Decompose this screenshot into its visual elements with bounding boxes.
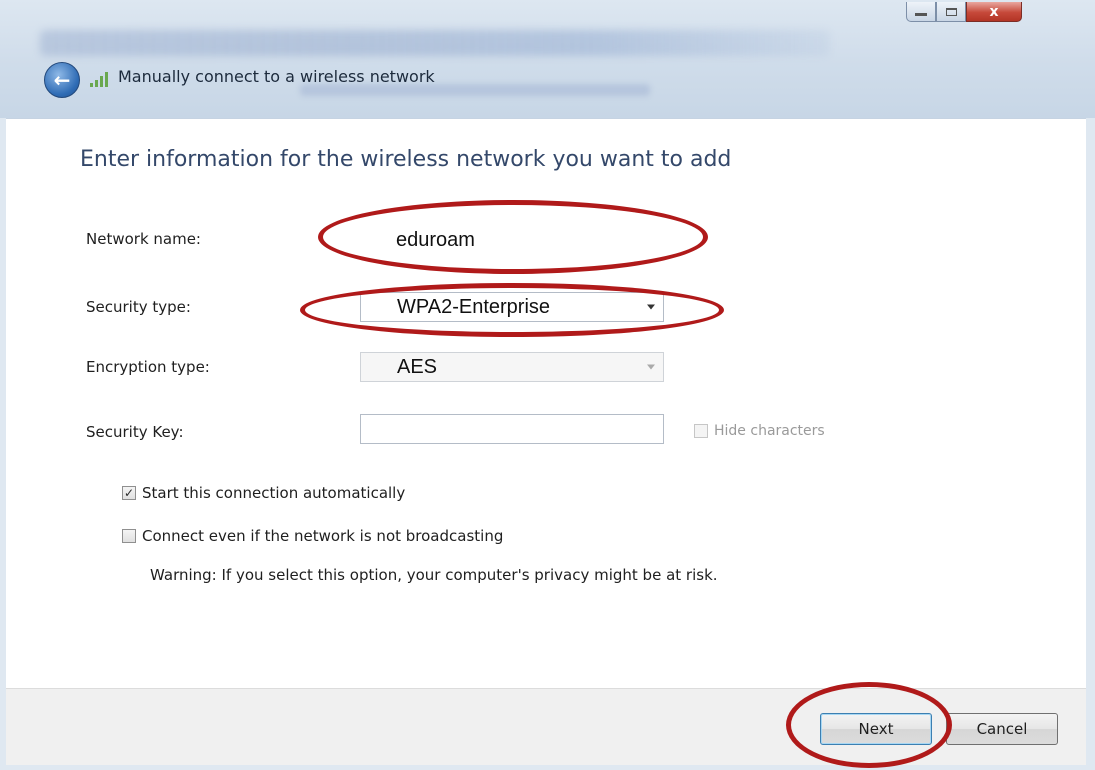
network-name-label: Network name:: [86, 230, 201, 248]
cancel-button[interactable]: Cancel: [946, 713, 1058, 745]
security-key-label: Security Key:: [86, 423, 184, 441]
close-icon: x: [989, 3, 999, 20]
connect-not-broadcasting-option[interactable]: Connect even if the network is not broad…: [122, 527, 503, 545]
encryption-type-select[interactable]: AES: [360, 352, 664, 382]
start-automatically-checkbox[interactable]: ✓: [122, 486, 136, 500]
network-name-value: eduroam: [396, 228, 475, 251]
checkmark-icon: ✓: [123, 486, 135, 500]
next-button[interactable]: Next: [820, 713, 932, 745]
wireless-signal-icon: [90, 72, 108, 87]
minimize-button[interactable]: [906, 2, 936, 22]
close-button[interactable]: x: [966, 2, 1022, 22]
start-automatically-label: Start this connection automatically: [142, 484, 406, 502]
window-controls: x: [906, 2, 1022, 22]
maximize-button[interactable]: [936, 2, 966, 22]
window-title: Manually connect to a wireless network: [118, 67, 435, 86]
minimize-icon: [915, 13, 927, 16]
security-type-select[interactable]: WPA2-Enterprise: [360, 292, 664, 322]
back-arrow-icon: ←: [53, 68, 71, 92]
encryption-type-label: Encryption type:: [86, 358, 210, 376]
connect-not-broadcasting-label: Connect even if the network is not broad…: [142, 527, 504, 545]
back-button[interactable]: ←: [44, 62, 80, 98]
hide-characters-option[interactable]: Hide characters: [694, 423, 825, 439]
hide-characters-label: Hide characters: [714, 423, 825, 439]
security-key-input[interactable]: [360, 414, 664, 444]
security-type-value: WPA2-Enterprise: [397, 295, 551, 318]
start-automatically-option[interactable]: ✓ Start this connection automatically: [122, 484, 405, 502]
content-area: [6, 118, 1086, 689]
hide-characters-checkbox[interactable]: [694, 424, 708, 438]
chevron-down-icon: [647, 304, 655, 310]
privacy-warning-text: Warning: If you select this option, your…: [150, 566, 718, 584]
chevron-down-icon: [647, 364, 655, 370]
maximize-icon: [945, 7, 957, 16]
page-heading: Enter information for the wireless netwo…: [80, 147, 732, 172]
security-type-label: Security type:: [86, 298, 191, 316]
blurred-window-caption: [40, 30, 830, 56]
encryption-type-value: AES: [397, 355, 438, 378]
network-name-input[interactable]: eduroam: [360, 225, 664, 255]
connect-not-broadcasting-checkbox[interactable]: [122, 529, 136, 543]
